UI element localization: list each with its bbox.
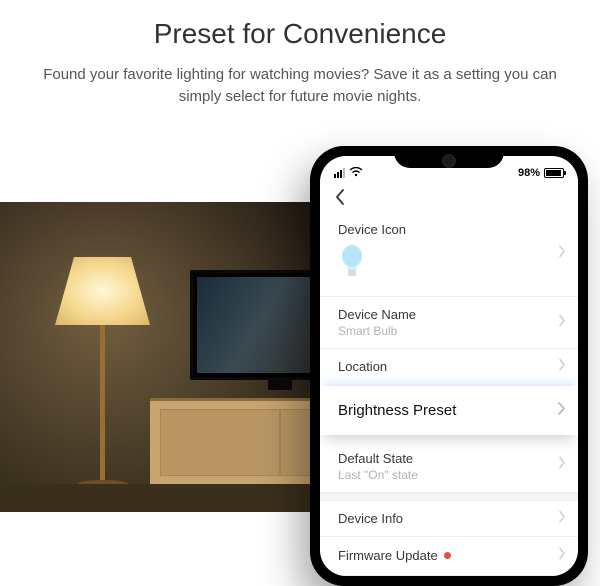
hero-subtitle: Found your favorite lighting for watchin…: [40, 64, 560, 108]
chevron-right-icon: [558, 547, 566, 566]
chevron-right-icon: [558, 509, 566, 528]
row-label: Default State: [338, 451, 562, 466]
bulb-icon: [338, 243, 562, 284]
row-device-icon[interactable]: Device Icon: [320, 212, 578, 297]
wifi-icon: [349, 166, 363, 180]
update-badge-icon: [444, 552, 451, 559]
row-device-name[interactable]: Device Name Smart Bulb: [320, 297, 578, 349]
row-label: Device Icon: [338, 222, 562, 237]
row-label: Location: [338, 359, 562, 374]
phone-notch: [394, 146, 504, 168]
settings-list: Device Icon Device Name Smart Bulb: [320, 206, 578, 576]
row-brightness-preset[interactable]: Brightness Preset: [320, 386, 578, 435]
battery-icon: [544, 168, 564, 178]
row-device-info[interactable]: Device Info: [320, 501, 578, 537]
chevron-right-icon: [557, 401, 566, 421]
row-label: Firmware Update: [338, 548, 438, 563]
row-default-state[interactable]: Default State Last "On" state: [320, 437, 578, 493]
back-button[interactable]: [320, 186, 578, 206]
row-location[interactable]: Location: [320, 349, 578, 384]
chevron-left-icon: [334, 188, 346, 206]
phone-screen: 98% Device Icon: [320, 156, 578, 576]
hero-title: Preset for Convenience: [0, 18, 600, 50]
signal-icon: [334, 168, 345, 178]
chevron-right-icon: [558, 357, 566, 376]
row-label: Brightness Preset: [338, 402, 562, 419]
battery-percent: 98%: [518, 167, 540, 179]
row-label: Device Name: [338, 307, 562, 322]
row-value: Smart Bulb: [338, 324, 562, 338]
chevron-right-icon: [558, 245, 566, 264]
row-value: Last "On" state: [338, 468, 562, 482]
phone-mockup: 98% Device Icon: [310, 146, 588, 586]
chevron-right-icon: [558, 313, 566, 332]
chevron-right-icon: [558, 455, 566, 474]
row-label: Device Info: [338, 511, 562, 526]
section-divider: [320, 493, 578, 501]
